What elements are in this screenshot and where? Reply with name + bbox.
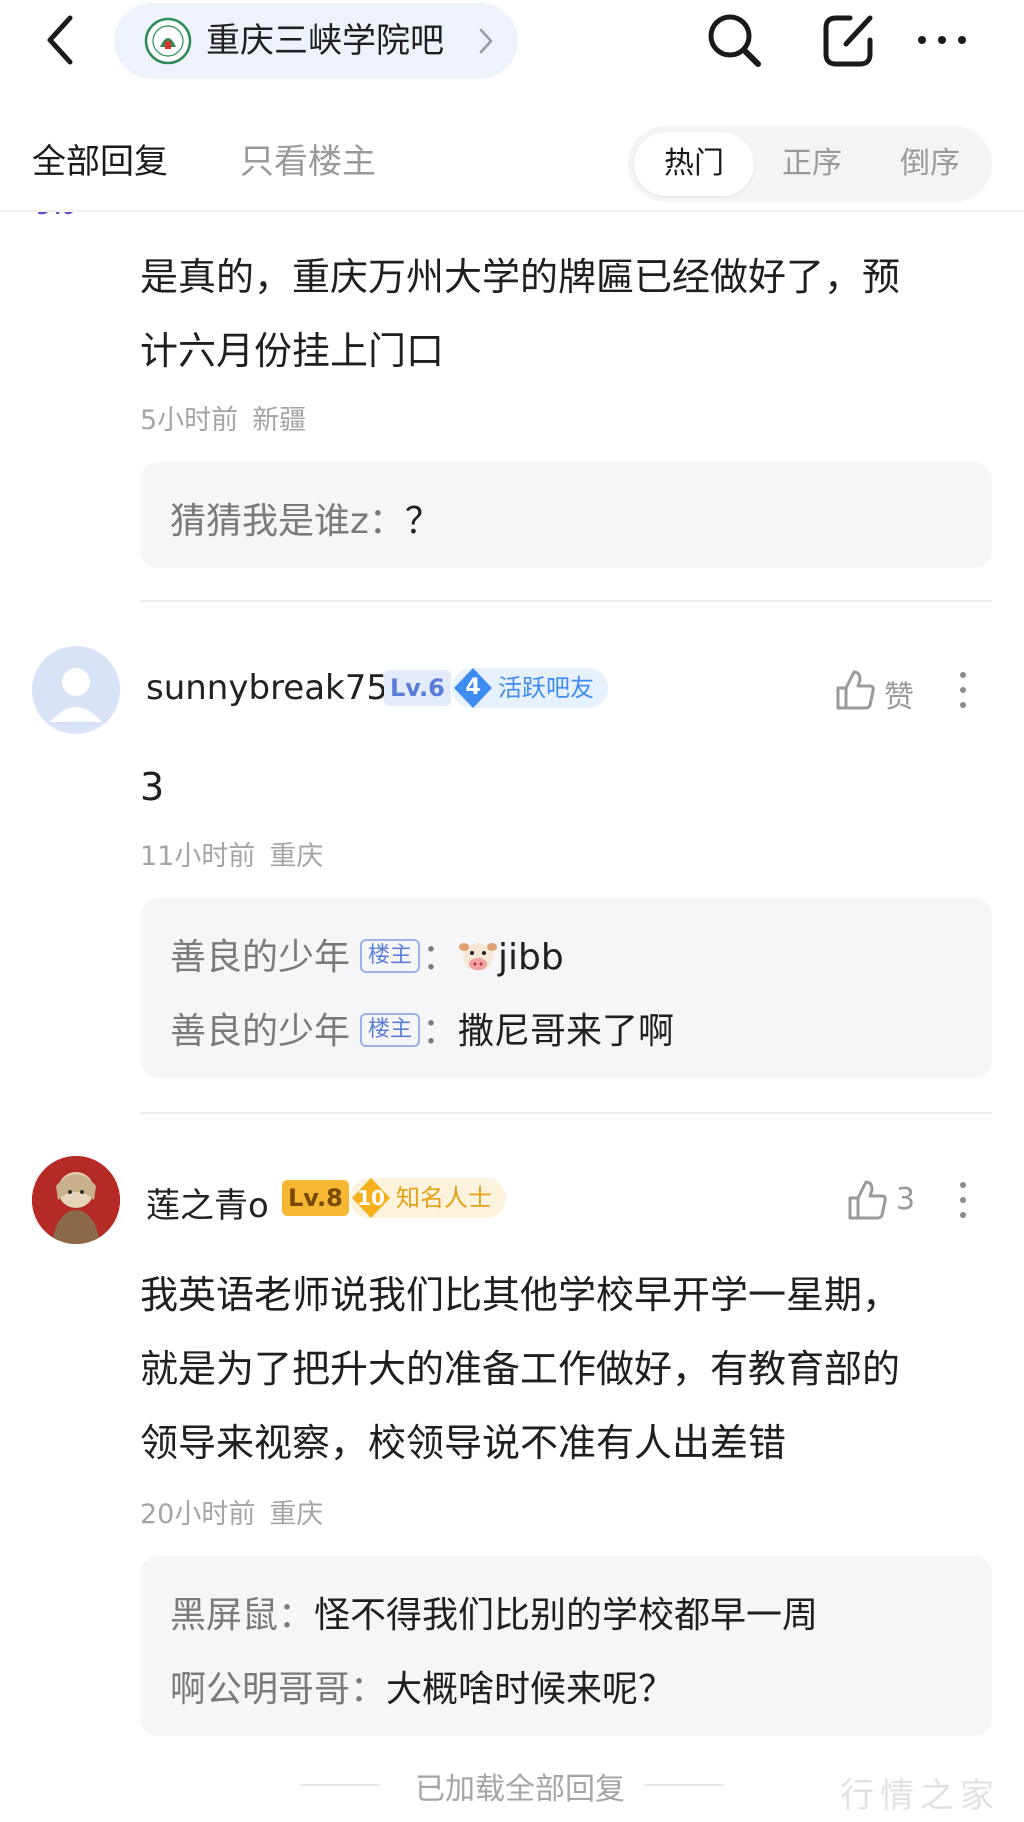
post-content: 3 xyxy=(140,750,992,824)
tab-only-op[interactable]: 只看楼主 xyxy=(240,134,376,183)
badge-fragment-text: 340 xyxy=(38,212,76,219)
more-options-button[interactable] xyxy=(912,24,972,56)
post-meta: 11小时前 重庆 xyxy=(140,834,337,873)
post-meta: 20小时前 重庆 xyxy=(140,1492,337,1531)
post-meta: 5小时前 新疆 xyxy=(140,398,320,437)
honor-level: 10 xyxy=(357,1186,385,1210)
post-content: 是真的，重庆万州大学的牌匾已经做好了，预 计六月份挂上门口 xyxy=(140,240,992,388)
honor-level: 4 xyxy=(465,675,481,700)
sub-reply-text: 撒尼哥来了啊 xyxy=(458,1011,675,1052)
more-icon xyxy=(918,36,966,44)
sub-reply-text: ？ xyxy=(404,501,441,542)
default-avatar-icon xyxy=(32,646,120,734)
forum-logo-icon xyxy=(144,17,192,65)
tab-all-replies[interactable]: 全部回复 xyxy=(32,134,168,183)
all-loaded-text: 已加载全部回复 xyxy=(415,1772,625,1807)
edit-button[interactable] xyxy=(820,10,876,70)
post-menu-button[interactable] xyxy=(956,670,970,710)
sub-reply-box[interactable]: 猜猜我是谁z：？ xyxy=(140,462,992,568)
sub-reply-author[interactable]: 黑屏鼠 xyxy=(170,1595,278,1636)
tabbar-divider xyxy=(0,210,1024,212)
post-time: 5小时前 xyxy=(140,405,239,436)
like-button[interactable]: 赞 xyxy=(834,668,944,715)
sort-descending-button[interactable]: 倒序 xyxy=(872,132,988,196)
post-menu-button[interactable] xyxy=(956,1180,970,1220)
post-content: 我英语老师说我们比其他学校早开学一星期， 就是为了把升大的准备工作做好，有教育部… xyxy=(140,1258,992,1480)
post-location: 重庆 xyxy=(269,841,324,872)
vertical-dots-icon xyxy=(960,672,966,708)
sub-reply[interactable]: 善良的少年 楼主： jibb xyxy=(170,928,564,980)
avatar[interactable] xyxy=(32,1156,120,1244)
colon: ： xyxy=(350,1669,387,1710)
colon: ： xyxy=(422,937,459,978)
colon: ： xyxy=(368,501,405,542)
footer-rule-right xyxy=(644,1784,724,1786)
top-bar: 重庆三峡学院吧 xyxy=(0,0,1024,90)
footer-rule-left xyxy=(300,1784,380,1786)
honor-title: 知名人士 xyxy=(396,1184,492,1212)
content-line: 3 xyxy=(140,765,165,809)
post-time: 20小时前 xyxy=(140,1499,256,1530)
forum-entry-button[interactable]: 重庆三峡学院吧 xyxy=(114,3,518,79)
chevron-right-icon xyxy=(479,28,493,54)
sort-segmented-control: 热门 正序 倒序 xyxy=(628,126,992,202)
username[interactable]: sunnybreak75 xyxy=(146,668,388,708)
reply-filter-bar: 全部回复 只看楼主 热门 正序 倒序 xyxy=(0,110,1024,210)
honor-badge: 4 活跃吧友 xyxy=(452,668,608,708)
content-line: 就是为了把升大的准备工作做好，有教育部的 xyxy=(140,1347,901,1391)
like-button[interactable]: 3 xyxy=(846,1178,946,1222)
sub-reply[interactable]: 啊公明哥哥：大概啥时候来呢？ xyxy=(170,1660,674,1712)
search-button[interactable] xyxy=(704,10,764,70)
sub-reply-author[interactable]: 善良的少年 xyxy=(170,937,350,978)
post-location: 重庆 xyxy=(269,1499,324,1530)
sub-reply-text: 怪不得我们比别的学校都早一周 xyxy=(314,1595,819,1636)
username[interactable]: 莲之青o xyxy=(146,1178,269,1227)
sort-hot-button[interactable]: 热门 xyxy=(634,132,754,196)
colon: ： xyxy=(278,1595,315,1636)
like-count: 3 xyxy=(896,1182,916,1217)
post-time: 11小时前 xyxy=(140,841,256,872)
content-line: 我英语老师说我们比其他学校早开学一星期， xyxy=(140,1273,901,1317)
post-location: 新疆 xyxy=(252,405,307,436)
post-divider xyxy=(140,600,992,602)
level-badge: Lv.6 xyxy=(384,670,451,706)
edit-icon xyxy=(823,15,873,67)
sub-reply-text: jibb xyxy=(498,937,564,978)
op-tag: 楼主 xyxy=(360,1013,421,1047)
op-tag: 楼主 xyxy=(360,939,421,973)
watermark: 行情之家 xyxy=(840,1776,1000,1816)
level-badge: Lv.8 xyxy=(282,1180,349,1216)
honor-title: 活跃吧友 xyxy=(498,674,594,702)
content-line: 计六月份挂上门口 xyxy=(140,329,445,373)
back-arrow-icon xyxy=(47,15,73,65)
sub-reply[interactable]: 黑屏鼠：怪不得我们比别的学校都早一周 xyxy=(170,1586,818,1638)
honor-badge: 10 知名人士 xyxy=(350,1178,506,1218)
content-line: 领导来视察，校领导说不准有人出差错 xyxy=(140,1421,787,1465)
cow-emoji-icon xyxy=(459,943,498,971)
like-label: 赞 xyxy=(884,680,914,715)
sub-reply-box[interactable]: 善良的少年 楼主： jibb 善良的少年 楼主 ：撒尼哥来了啊 xyxy=(140,898,992,1078)
user-avatar-icon xyxy=(32,1156,120,1244)
thumb-up-icon xyxy=(836,670,875,710)
sub-reply[interactable]: 善良的少年 楼主 ：撒尼哥来了啊 xyxy=(170,1002,674,1054)
search-icon xyxy=(708,14,761,67)
vertical-dots-icon xyxy=(960,1182,966,1218)
sub-reply-author[interactable]: 啊公明哥哥 xyxy=(170,1669,350,1710)
sub-reply-text: 大概啥时候来呢？ xyxy=(386,1669,675,1710)
sub-reply-box[interactable]: 黑屏鼠：怪不得我们比别的学校都早一周 啊公明哥哥：大概啥时候来呢？ xyxy=(140,1556,992,1736)
content-line: 是真的，重庆万州大学的牌匾已经做好了，预 xyxy=(140,255,901,299)
thumb-up-icon xyxy=(848,1180,887,1220)
post-divider xyxy=(140,1112,992,1114)
avatar[interactable] xyxy=(32,646,120,734)
badge-fragment: 340 xyxy=(32,212,112,226)
back-button[interactable] xyxy=(40,14,80,66)
colon: ： xyxy=(422,1011,459,1052)
sub-reply-author[interactable]: 猜猜我是谁z xyxy=(170,501,369,542)
sub-reply-author[interactable]: 善良的少年 xyxy=(170,1011,350,1052)
sub-reply[interactable]: 猜猜我是谁z：？ xyxy=(170,492,441,544)
sort-ascending-button[interactable]: 正序 xyxy=(754,132,870,196)
forum-name: 重庆三峡学院吧 xyxy=(206,21,444,61)
